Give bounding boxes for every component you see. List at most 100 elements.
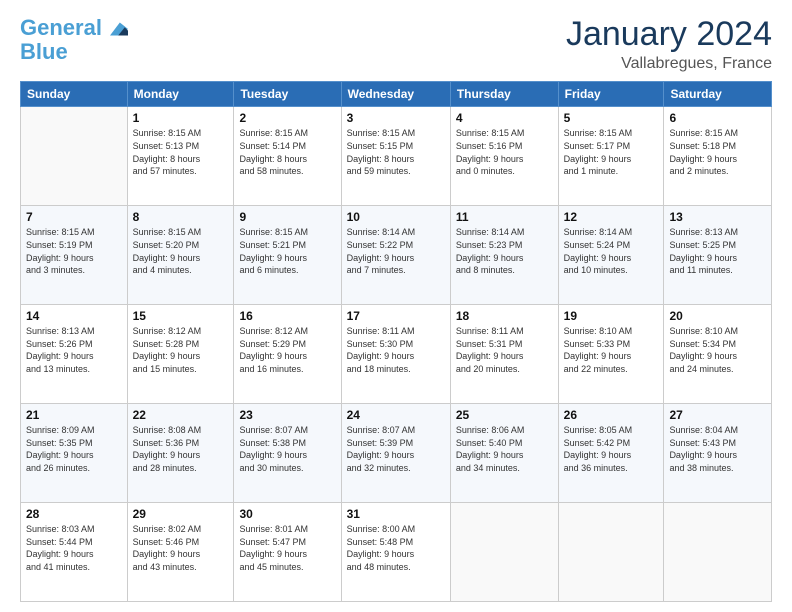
day-number: 1 bbox=[133, 111, 229, 125]
calendar-cell: 21Sunrise: 8:09 AM Sunset: 5:35 PM Dayli… bbox=[21, 404, 128, 503]
calendar-cell: 28 Sunrise: 8:03 AM Sunset: 5:44 PM Dayli… bbox=[21, 503, 128, 602]
header: General Blue January 2024 Vallabregues, … bbox=[20, 16, 772, 73]
day-number: 7 bbox=[26, 210, 122, 224]
calendar-cell: 8Sunrise: 8:15 AM Sunset: 5:20 PM Daylig… bbox=[127, 206, 234, 305]
day-info: Sunrise: 8:15 AM Sunset: 5:15 PM Dayligh… bbox=[347, 127, 445, 177]
calendar-cell: 24 Sunrise: 8:07 AM Sunset: 5:39 PM Dayli… bbox=[341, 404, 450, 503]
calendar-cell: 5 Sunrise: 8:15 AM Sunset: 5:17 PM Daylig… bbox=[558, 107, 664, 206]
day-info: Sunrise: 8:14 AM Sunset: 5:22 PM Dayligh… bbox=[347, 226, 445, 276]
calendar-cell: 4Sunrise: 8:15 AM Sunset: 5:16 PM Daylig… bbox=[450, 107, 558, 206]
calendar-cell: 23 Sunrise: 8:07 AM Sunset: 5:38 PM Dayli… bbox=[234, 404, 341, 503]
calendar-cell: 19 Sunrise: 8:10 AM Sunset: 5:33 PM Dayli… bbox=[558, 305, 664, 404]
calendar-week-1: 1 Sunrise: 8:15 AM Sunset: 5:13 PM Daylig… bbox=[21, 107, 772, 206]
header-row: Sunday Monday Tuesday Wednesday Thursday… bbox=[21, 82, 772, 107]
calendar-cell: 31 Sunrise: 8:00 AM Sunset: 5:48 PM Dayli… bbox=[341, 503, 450, 602]
calendar-cell: 7 Sunrise: 8:15 AM Sunset: 5:19 PM Daylig… bbox=[21, 206, 128, 305]
calendar-week-4: 21Sunrise: 8:09 AM Sunset: 5:35 PM Dayli… bbox=[21, 404, 772, 503]
day-info: Sunrise: 8:12 AM Sunset: 5:28 PM Dayligh… bbox=[133, 325, 229, 375]
calendar-cell: 26Sunrise: 8:05 AM Sunset: 5:42 PM Dayli… bbox=[558, 404, 664, 503]
day-number: 27 bbox=[669, 408, 766, 422]
calendar-cell: 20 Sunrise: 8:10 AM Sunset: 5:34 PM Dayli… bbox=[664, 305, 772, 404]
calendar-cell: 11Sunrise: 8:14 AM Sunset: 5:23 PM Dayli… bbox=[450, 206, 558, 305]
col-wednesday: Wednesday bbox=[341, 82, 450, 107]
day-number: 6 bbox=[669, 111, 766, 125]
calendar-cell: 13 Sunrise: 8:13 AM Sunset: 5:25 PM Dayli… bbox=[664, 206, 772, 305]
day-info: Sunrise: 8:08 AM Sunset: 5:36 PM Dayligh… bbox=[133, 424, 229, 474]
calendar-cell bbox=[558, 503, 664, 602]
day-info: Sunrise: 8:15 AM Sunset: 5:17 PM Dayligh… bbox=[564, 127, 659, 177]
day-number: 10 bbox=[347, 210, 445, 224]
day-number: 14 bbox=[26, 309, 122, 323]
calendar-cell: 18 Sunrise: 8:11 AM Sunset: 5:31 PM Dayli… bbox=[450, 305, 558, 404]
calendar-cell: 16 Sunrise: 8:12 AM Sunset: 5:29 PM Dayli… bbox=[234, 305, 341, 404]
day-info: Sunrise: 8:06 AM Sunset: 5:40 PM Dayligh… bbox=[456, 424, 553, 474]
calendar-cell bbox=[664, 503, 772, 602]
day-info: Sunrise: 8:15 AM Sunset: 5:18 PM Dayligh… bbox=[669, 127, 766, 177]
day-info: Sunrise: 8:01 AM Sunset: 5:47 PM Dayligh… bbox=[239, 523, 335, 573]
day-number: 19 bbox=[564, 309, 659, 323]
day-number: 20 bbox=[669, 309, 766, 323]
calendar-cell: 9 Sunrise: 8:15 AM Sunset: 5:21 PM Daylig… bbox=[234, 206, 341, 305]
calendar-title: January 2024 bbox=[566, 16, 772, 53]
calendar-cell: 17 Sunrise: 8:11 AM Sunset: 5:30 PM Dayli… bbox=[341, 305, 450, 404]
day-info: Sunrise: 8:11 AM Sunset: 5:31 PM Dayligh… bbox=[456, 325, 553, 375]
calendar-cell: 6 Sunrise: 8:15 AM Sunset: 5:18 PM Daylig… bbox=[664, 107, 772, 206]
day-number: 9 bbox=[239, 210, 335, 224]
day-info: Sunrise: 8:15 AM Sunset: 5:13 PM Dayligh… bbox=[133, 127, 229, 177]
day-number: 26 bbox=[564, 408, 659, 422]
calendar-cell: 30Sunrise: 8:01 AM Sunset: 5:47 PM Dayli… bbox=[234, 503, 341, 602]
day-info: Sunrise: 8:14 AM Sunset: 5:24 PM Dayligh… bbox=[564, 226, 659, 276]
calendar-cell: 29Sunrise: 8:02 AM Sunset: 5:46 PM Dayli… bbox=[127, 503, 234, 602]
calendar-cell: 3Sunrise: 8:15 AM Sunset: 5:15 PM Daylig… bbox=[341, 107, 450, 206]
day-number: 31 bbox=[347, 507, 445, 521]
day-number: 23 bbox=[239, 408, 335, 422]
col-monday: Monday bbox=[127, 82, 234, 107]
calendar-cell bbox=[21, 107, 128, 206]
calendar-table: Sunday Monday Tuesday Wednesday Thursday… bbox=[20, 81, 772, 602]
logo-icon bbox=[110, 22, 128, 36]
day-info: Sunrise: 8:15 AM Sunset: 5:14 PM Dayligh… bbox=[239, 127, 335, 177]
day-info: Sunrise: 8:07 AM Sunset: 5:39 PM Dayligh… bbox=[347, 424, 445, 474]
day-info: Sunrise: 8:11 AM Sunset: 5:30 PM Dayligh… bbox=[347, 325, 445, 375]
col-friday: Friday bbox=[558, 82, 664, 107]
col-sunday: Sunday bbox=[21, 82, 128, 107]
calendar-week-5: 28 Sunrise: 8:03 AM Sunset: 5:44 PM Dayli… bbox=[21, 503, 772, 602]
page: General Blue January 2024 Vallabregues, … bbox=[0, 0, 792, 612]
col-tuesday: Tuesday bbox=[234, 82, 341, 107]
day-number: 8 bbox=[133, 210, 229, 224]
col-saturday: Saturday bbox=[664, 82, 772, 107]
logo: General Blue bbox=[20, 16, 128, 64]
day-number: 25 bbox=[456, 408, 553, 422]
logo-blue: Blue bbox=[20, 40, 68, 64]
calendar-week-3: 14 Sunrise: 8:13 AM Sunset: 5:26 PM Dayli… bbox=[21, 305, 772, 404]
day-info: Sunrise: 8:15 AM Sunset: 5:19 PM Dayligh… bbox=[26, 226, 122, 276]
day-info: Sunrise: 8:00 AM Sunset: 5:48 PM Dayligh… bbox=[347, 523, 445, 573]
day-number: 15 bbox=[133, 309, 229, 323]
day-number: 12 bbox=[564, 210, 659, 224]
day-number: 24 bbox=[347, 408, 445, 422]
day-number: 16 bbox=[239, 309, 335, 323]
calendar-subtitle: Vallabregues, France bbox=[566, 55, 772, 73]
col-thursday: Thursday bbox=[450, 82, 558, 107]
day-number: 4 bbox=[456, 111, 553, 125]
calendar-cell: 14 Sunrise: 8:13 AM Sunset: 5:26 PM Dayli… bbox=[21, 305, 128, 404]
day-info: Sunrise: 8:10 AM Sunset: 5:34 PM Dayligh… bbox=[669, 325, 766, 375]
day-info: Sunrise: 8:07 AM Sunset: 5:38 PM Dayligh… bbox=[239, 424, 335, 474]
day-info: Sunrise: 8:03 AM Sunset: 5:44 PM Dayligh… bbox=[26, 523, 122, 573]
day-info: Sunrise: 8:13 AM Sunset: 5:26 PM Dayligh… bbox=[26, 325, 122, 375]
calendar-cell: 27Sunrise: 8:04 AM Sunset: 5:43 PM Dayli… bbox=[664, 404, 772, 503]
calendar-cell: 12 Sunrise: 8:14 AM Sunset: 5:24 PM Dayli… bbox=[558, 206, 664, 305]
day-number: 13 bbox=[669, 210, 766, 224]
day-number: 17 bbox=[347, 309, 445, 323]
day-number: 18 bbox=[456, 309, 553, 323]
logo-text: General bbox=[20, 16, 128, 40]
day-number: 28 bbox=[26, 507, 122, 521]
day-number: 5 bbox=[564, 111, 659, 125]
day-number: 2 bbox=[239, 111, 335, 125]
calendar-cell bbox=[450, 503, 558, 602]
title-block: January 2024 Vallabregues, France bbox=[566, 16, 772, 73]
day-info: Sunrise: 8:10 AM Sunset: 5:33 PM Dayligh… bbox=[564, 325, 659, 375]
day-info: Sunrise: 8:12 AM Sunset: 5:29 PM Dayligh… bbox=[239, 325, 335, 375]
day-info: Sunrise: 8:15 AM Sunset: 5:21 PM Dayligh… bbox=[239, 226, 335, 276]
day-info: Sunrise: 8:13 AM Sunset: 5:25 PM Dayligh… bbox=[669, 226, 766, 276]
